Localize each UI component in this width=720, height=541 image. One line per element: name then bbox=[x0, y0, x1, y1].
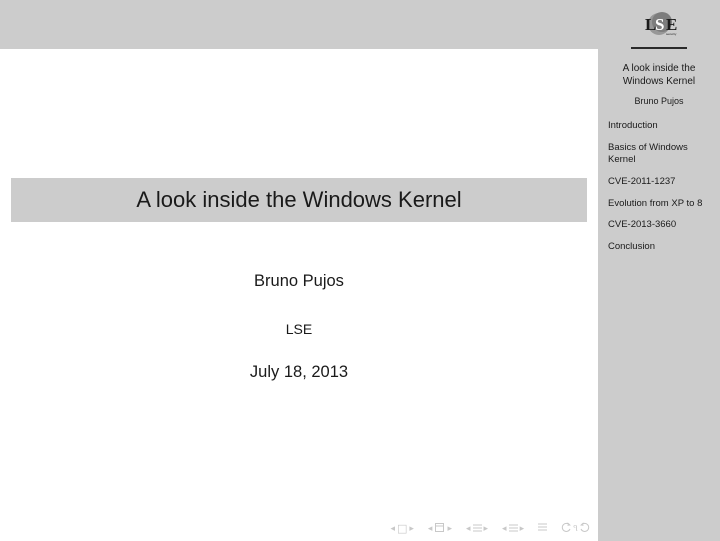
triangle-left-icon: ◂ bbox=[502, 524, 507, 534]
undo-icon bbox=[561, 522, 572, 535]
sidebar-author: Bruno Pujos bbox=[634, 96, 683, 106]
triangle-right-icon: ▸ bbox=[520, 524, 525, 534]
square-icon: □ bbox=[397, 523, 407, 534]
nav-undo-redo[interactable]: ૧ bbox=[561, 522, 590, 535]
triangle-right-icon: ▸ bbox=[409, 524, 414, 534]
slide-date: July 18, 2013 bbox=[0, 363, 598, 382]
sidebar-item-cve-2011-1237[interactable]: CVE-2011-1237 bbox=[608, 176, 710, 188]
nav-subsection-button[interactable]: ◂ ▸ bbox=[466, 523, 488, 534]
redo-icon bbox=[579, 522, 590, 535]
slide-page: A look inside the Windows Kernel Bruno P… bbox=[0, 0, 720, 541]
lse-logo: L S E security bbox=[631, 10, 687, 45]
frame-icon bbox=[434, 522, 445, 535]
nav-first-button[interactable]: ◂ □ ▸ bbox=[390, 523, 413, 534]
beamer-nav-controls: ◂ □ ▸ ◂ ▸ ◂ ▸ bbox=[390, 522, 590, 535]
sidebar-item-basics[interactable]: Basics of Windows Kernel bbox=[608, 142, 710, 166]
nav-mode-button[interactable] bbox=[538, 522, 547, 535]
svg-text:security: security bbox=[666, 32, 677, 36]
triangle-left-icon: ◂ bbox=[466, 524, 471, 534]
sidebar-item-introduction[interactable]: Introduction bbox=[608, 120, 710, 132]
lines-icon bbox=[509, 523, 518, 534]
sidebar-title-line1: A look inside the bbox=[623, 63, 696, 74]
search-icon: ૧ bbox=[573, 524, 578, 534]
triangle-right-icon: ▸ bbox=[447, 524, 452, 534]
sidebar-title-line2: Windows Kernel bbox=[623, 76, 695, 87]
lines-icon bbox=[473, 523, 482, 534]
svg-text:S: S bbox=[655, 15, 664, 34]
main-panel: A look inside the Windows Kernel Bruno P… bbox=[0, 0, 598, 541]
logo-underline bbox=[631, 47, 687, 49]
triangle-left-icon: ◂ bbox=[390, 524, 395, 534]
top-bar bbox=[0, 0, 598, 49]
sidebar-nav: Introduction Basics of Windows Kernel CV… bbox=[604, 120, 714, 263]
nav-frame-button[interactable]: ◂ ▸ bbox=[502, 523, 524, 534]
nav-section-button[interactable]: ◂ ▸ bbox=[428, 522, 452, 535]
triangle-right-icon: ▸ bbox=[484, 524, 489, 534]
triangle-left-icon: ◂ bbox=[428, 524, 433, 534]
sidebar-item-conclusion[interactable]: Conclusion bbox=[608, 241, 710, 253]
sidebar-title: A look inside the Windows Kernel bbox=[623, 63, 696, 88]
slide-author: Bruno Pujos bbox=[0, 272, 598, 291]
sidebar: L S E security A look inside the Windows… bbox=[598, 0, 720, 541]
sidebar-item-cve-2013-3660[interactable]: CVE-2013-3660 bbox=[608, 219, 710, 231]
slide-institute: LSE bbox=[0, 321, 598, 337]
sidebar-item-evolution[interactable]: Evolution from XP to 8 bbox=[608, 198, 710, 210]
slide-content: A look inside the Windows Kernel Bruno P… bbox=[0, 49, 598, 541]
slide-title: A look inside the Windows Kernel bbox=[11, 178, 587, 222]
